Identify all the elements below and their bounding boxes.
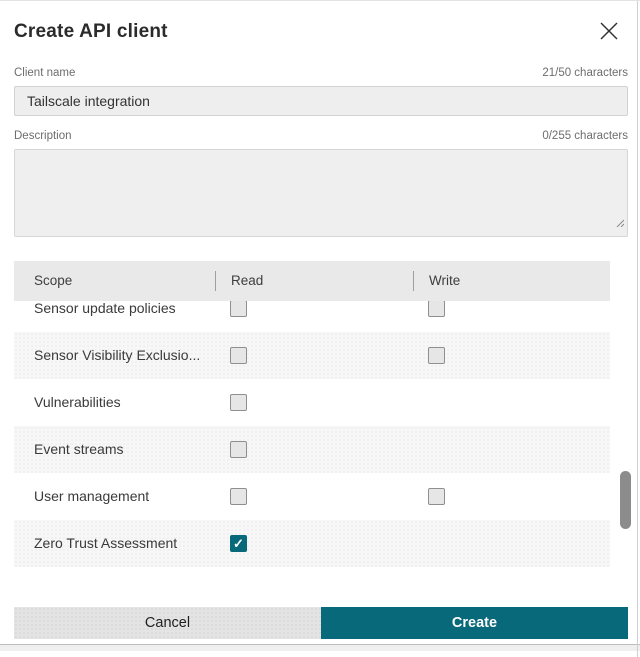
- create-button[interactable]: Create: [321, 607, 628, 639]
- read-checkbox[interactable]: [230, 394, 247, 411]
- write-checkbox[interactable]: [428, 301, 445, 317]
- page-background-strip: [0, 644, 640, 651]
- scope-row: Sensor update policies: [14, 301, 610, 332]
- scope-row-label: Zero Trust Assessment: [34, 535, 178, 551]
- scope-row: Event streams: [14, 426, 610, 473]
- read-checkbox[interactable]: [230, 347, 247, 364]
- read-checkbox[interactable]: [230, 441, 247, 458]
- description-textarea[interactable]: [14, 149, 628, 237]
- scope-row-label: Sensor update policies: [34, 301, 176, 316]
- column-header-scope: Scope: [34, 273, 73, 288]
- column-header-write: Write: [429, 273, 461, 288]
- close-button[interactable]: [596, 19, 622, 45]
- column-header-read: Read: [231, 273, 264, 288]
- scope-row-label: Vulnerabilities: [34, 394, 121, 410]
- scope-row: Vulnerabilities: [14, 379, 610, 426]
- scope-row: User management: [14, 473, 610, 520]
- column-separator: [215, 271, 216, 291]
- cancel-button[interactable]: Cancel: [14, 607, 321, 639]
- close-icon: [597, 22, 621, 46]
- client-name-input[interactable]: [14, 86, 628, 116]
- scrollbar-thumb[interactable]: [620, 471, 631, 529]
- dialog-footer: Cancel Create: [14, 607, 628, 639]
- scopes-rows: Sensor update policies Sensor Visibility …: [14, 301, 628, 567]
- client-name-counter: 21/50 characters: [542, 67, 628, 79]
- description-group: Description 0/255 characters: [14, 130, 628, 237]
- client-name-group: Client name 21/50 characters: [14, 67, 628, 116]
- page-edge-divider: [637, 1, 638, 657]
- scope-row-label: Sensor Visibility Exclusio...: [34, 347, 201, 363]
- client-name-label: Client name: [14, 67, 76, 79]
- description-counter: 0/255 characters: [542, 130, 628, 142]
- scope-row-label: Event streams: [34, 441, 124, 457]
- column-separator: [413, 271, 414, 291]
- write-checkbox[interactable]: [428, 488, 445, 505]
- scope-row: Zero Trust Assessment: [14, 520, 610, 567]
- read-checkbox[interactable]: [230, 488, 247, 505]
- read-checkbox[interactable]: [230, 301, 247, 317]
- read-checkbox[interactable]: [230, 535, 247, 552]
- scopes-scroll-viewport[interactable]: Sensor update policies Sensor Visibility …: [14, 301, 628, 577]
- create-api-client-dialog: Create API client Client name 21/50 char…: [0, 1, 640, 657]
- scope-row-label: User management: [34, 488, 150, 504]
- dialog-title: Create API client: [14, 21, 168, 42]
- description-label: Description: [14, 130, 72, 142]
- scopes-table-header: Scope Read Write: [14, 261, 610, 301]
- scopes-table: Scope Read Write Sensor update policies S…: [14, 261, 631, 577]
- dialog-header: Create API client: [0, 1, 640, 53]
- scope-row: Sensor Visibility Exclusio...: [14, 332, 610, 379]
- write-checkbox[interactable]: [428, 347, 445, 364]
